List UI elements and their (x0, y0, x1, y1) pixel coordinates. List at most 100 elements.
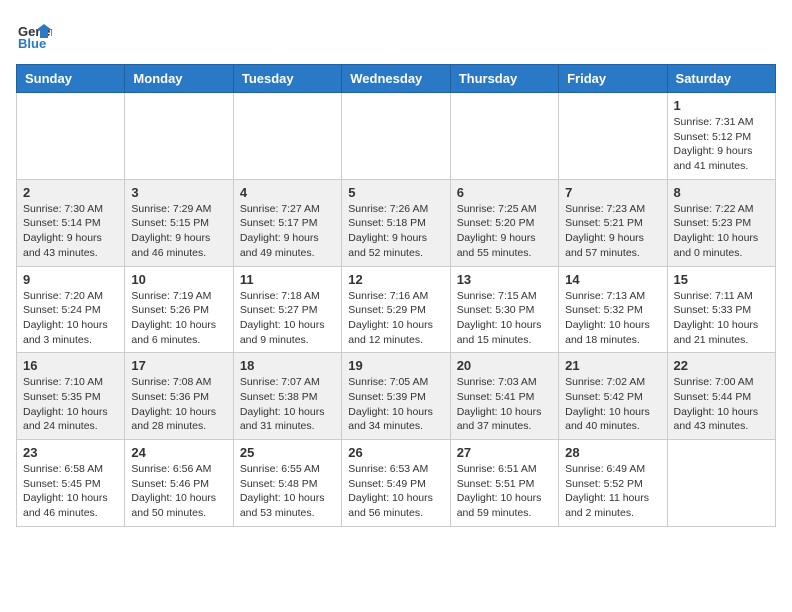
day-number: 6 (457, 185, 552, 200)
day-number: 1 (674, 98, 769, 113)
calendar-cell: 17 Sunrise: 7:08 AM Sunset: 5:36 PM Dayli… (125, 353, 233, 440)
calendar-cell (17, 93, 125, 180)
calendar-week-row: 9 Sunrise: 7:20 AM Sunset: 5:24 PM Daylig… (17, 266, 776, 353)
calendar-cell: 28 Sunrise: 6:49 AM Sunset: 5:52 PM Dayli… (559, 440, 667, 527)
day-info: Sunrise: 7:10 AM Sunset: 5:35 PM Dayligh… (23, 375, 118, 434)
day-info: Sunrise: 7:27 AM Sunset: 5:17 PM Dayligh… (240, 202, 335, 261)
day-info: Sunrise: 7:02 AM Sunset: 5:42 PM Dayligh… (565, 375, 660, 434)
weekday-header-wednesday: Wednesday (342, 65, 450, 93)
day-number: 19 (348, 358, 443, 373)
calendar-cell: 5Sunrise: 7:26 AM Sunset: 5:18 PM Daylig… (342, 179, 450, 266)
calendar-cell: 8 Sunrise: 7:22 AM Sunset: 5:23 PM Daylig… (667, 179, 775, 266)
calendar-cell (667, 440, 775, 527)
day-info: Sunrise: 6:58 AM Sunset: 5:45 PM Dayligh… (23, 462, 118, 521)
day-info: Sunrise: 7:08 AM Sunset: 5:36 PM Dayligh… (131, 375, 226, 434)
calendar-cell: 11 Sunrise: 7:18 AM Sunset: 5:27 PM Dayli… (233, 266, 341, 353)
calendar-cell: 27 Sunrise: 6:51 AM Sunset: 5:51 PM Dayli… (450, 440, 558, 527)
weekday-header-tuesday: Tuesday (233, 65, 341, 93)
weekday-header-monday: Monday (125, 65, 233, 93)
calendar-cell: 24 Sunrise: 6:56 AM Sunset: 5:46 PM Dayli… (125, 440, 233, 527)
day-number: 20 (457, 358, 552, 373)
calendar-header-row: SundayMondayTuesdayWednesdayThursdayFrid… (17, 65, 776, 93)
day-number: 12 (348, 272, 443, 287)
weekday-header-thursday: Thursday (450, 65, 558, 93)
day-info: Sunrise: 7:26 AM Sunset: 5:18 PM Dayligh… (348, 202, 443, 261)
day-number: 21 (565, 358, 660, 373)
calendar-cell: 26 Sunrise: 6:53 AM Sunset: 5:49 PM Dayli… (342, 440, 450, 527)
calendar-week-row: 16 Sunrise: 7:10 AM Sunset: 5:35 PM Dayli… (17, 353, 776, 440)
day-info: Sunrise: 6:56 AM Sunset: 5:46 PM Dayligh… (131, 462, 226, 521)
calendar-cell: 6Sunrise: 7:25 AM Sunset: 5:20 PM Daylig… (450, 179, 558, 266)
day-info: Sunrise: 6:51 AM Sunset: 5:51 PM Dayligh… (457, 462, 552, 521)
calendar-cell: 7 Sunrise: 7:23 AM Sunset: 5:21 PM Daylig… (559, 179, 667, 266)
day-number: 26 (348, 445, 443, 460)
day-number: 28 (565, 445, 660, 460)
calendar-cell: 19 Sunrise: 7:05 AM Sunset: 5:39 PM Dayli… (342, 353, 450, 440)
logo: General Blue (16, 16, 54, 52)
day-info: Sunrise: 7:30 AM Sunset: 5:14 PM Dayligh… (23, 202, 118, 261)
day-number: 2 (23, 185, 118, 200)
day-info: Sunrise: 7:29 AM Sunset: 5:15 PM Dayligh… (131, 202, 226, 261)
calendar-cell: 14Sunrise: 7:13 AM Sunset: 5:32 PM Dayli… (559, 266, 667, 353)
day-number: 10 (131, 272, 226, 287)
calendar-cell: 12 Sunrise: 7:16 AM Sunset: 5:29 PM Dayli… (342, 266, 450, 353)
calendar-week-row: 1 Sunrise: 7:31 AM Sunset: 5:12 PM Daylig… (17, 93, 776, 180)
day-number: 4 (240, 185, 335, 200)
calendar-cell: 3 Sunrise: 7:29 AM Sunset: 5:15 PM Daylig… (125, 179, 233, 266)
day-info: Sunrise: 7:03 AM Sunset: 5:41 PM Dayligh… (457, 375, 552, 434)
day-number: 17 (131, 358, 226, 373)
logo-icon: General Blue (16, 16, 52, 52)
day-info: Sunrise: 7:16 AM Sunset: 5:29 PM Dayligh… (348, 289, 443, 348)
day-info: Sunrise: 7:13 AM Sunset: 5:32 PM Dayligh… (565, 289, 660, 348)
calendar-cell: 16 Sunrise: 7:10 AM Sunset: 5:35 PM Dayli… (17, 353, 125, 440)
calendar-cell: 4 Sunrise: 7:27 AM Sunset: 5:17 PM Daylig… (233, 179, 341, 266)
calendar-cell: 13 Sunrise: 7:15 AM Sunset: 5:30 PM Dayli… (450, 266, 558, 353)
day-number: 8 (674, 185, 769, 200)
day-info: Sunrise: 7:22 AM Sunset: 5:23 PM Dayligh… (674, 202, 769, 261)
calendar-week-row: 23 Sunrise: 6:58 AM Sunset: 5:45 PM Dayli… (17, 440, 776, 527)
weekday-header-saturday: Saturday (667, 65, 775, 93)
day-info: Sunrise: 7:23 AM Sunset: 5:21 PM Dayligh… (565, 202, 660, 261)
calendar-week-row: 2 Sunrise: 7:30 AM Sunset: 5:14 PM Daylig… (17, 179, 776, 266)
calendar-cell: 18 Sunrise: 7:07 AM Sunset: 5:38 PM Dayli… (233, 353, 341, 440)
calendar-cell (450, 93, 558, 180)
day-info: Sunrise: 7:05 AM Sunset: 5:39 PM Dayligh… (348, 375, 443, 434)
day-number: 23 (23, 445, 118, 460)
day-info: Sunrise: 6:53 AM Sunset: 5:49 PM Dayligh… (348, 462, 443, 521)
day-number: 24 (131, 445, 226, 460)
day-info: Sunrise: 7:20 AM Sunset: 5:24 PM Dayligh… (23, 289, 118, 348)
day-number: 27 (457, 445, 552, 460)
calendar-cell (233, 93, 341, 180)
calendar-cell: 1 Sunrise: 7:31 AM Sunset: 5:12 PM Daylig… (667, 93, 775, 180)
weekday-header-friday: Friday (559, 65, 667, 93)
calendar-cell (559, 93, 667, 180)
day-info: Sunrise: 6:49 AM Sunset: 5:52 PM Dayligh… (565, 462, 660, 521)
day-number: 9 (23, 272, 118, 287)
day-number: 11 (240, 272, 335, 287)
calendar-cell: 22Sunrise: 7:00 AM Sunset: 5:44 PM Dayli… (667, 353, 775, 440)
day-number: 25 (240, 445, 335, 460)
calendar-cell (125, 93, 233, 180)
day-info: Sunrise: 7:31 AM Sunset: 5:12 PM Dayligh… (674, 115, 769, 174)
calendar-cell: 21 Sunrise: 7:02 AM Sunset: 5:42 PM Dayli… (559, 353, 667, 440)
day-number: 18 (240, 358, 335, 373)
header: General Blue (16, 16, 776, 52)
calendar-table: SundayMondayTuesdayWednesdayThursdayFrid… (16, 64, 776, 527)
day-info: Sunrise: 7:15 AM Sunset: 5:30 PM Dayligh… (457, 289, 552, 348)
day-info: Sunrise: 7:07 AM Sunset: 5:38 PM Dayligh… (240, 375, 335, 434)
day-info: Sunrise: 7:11 AM Sunset: 5:33 PM Dayligh… (674, 289, 769, 348)
svg-text:Blue: Blue (18, 36, 46, 51)
calendar-cell: 10Sunrise: 7:19 AM Sunset: 5:26 PM Dayli… (125, 266, 233, 353)
calendar-cell: 15 Sunrise: 7:11 AM Sunset: 5:33 PM Dayli… (667, 266, 775, 353)
day-number: 13 (457, 272, 552, 287)
day-number: 7 (565, 185, 660, 200)
day-number: 3 (131, 185, 226, 200)
day-number: 15 (674, 272, 769, 287)
calendar-cell (342, 93, 450, 180)
calendar-cell: 25 Sunrise: 6:55 AM Sunset: 5:48 PM Dayli… (233, 440, 341, 527)
day-info: Sunrise: 6:55 AM Sunset: 5:48 PM Dayligh… (240, 462, 335, 521)
day-info: Sunrise: 7:18 AM Sunset: 5:27 PM Dayligh… (240, 289, 335, 348)
weekday-header-sunday: Sunday (17, 65, 125, 93)
day-number: 16 (23, 358, 118, 373)
calendar-cell: 23 Sunrise: 6:58 AM Sunset: 5:45 PM Dayli… (17, 440, 125, 527)
